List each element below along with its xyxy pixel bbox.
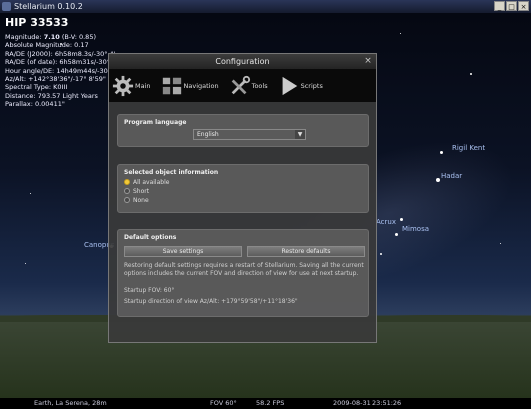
status-time[interactable]: 23:51:26: [372, 398, 401, 409]
tab-scripts-label: Scripts: [300, 81, 323, 90]
close-window-button[interactable]: ×: [518, 1, 529, 11]
tab-tools[interactable]: Tools: [229, 69, 268, 102]
star[interactable]: [470, 73, 472, 75]
tab-navigation-label: Navigation: [183, 81, 219, 90]
status-fps: 58.2 FPS: [256, 399, 285, 407]
startup-fov: Startup FOV: 60°: [124, 287, 175, 294]
star[interactable]: [25, 263, 26, 264]
configuration-dialog: Configuration × Main Navigation Tools Sc…: [108, 53, 377, 343]
maximize-button[interactable]: □: [506, 1, 517, 11]
radio-all-available[interactable]: All available: [124, 178, 368, 186]
default-options-buttons: Save settings Restore defaults: [124, 246, 365, 257]
magnitude-value: 7.10: [43, 33, 60, 41]
object-name: HIP 33533: [5, 16, 69, 29]
star[interactable]: [500, 243, 501, 244]
star[interactable]: [395, 233, 398, 236]
info-line-radec-j2000: RA/DE (J2000): 6h58m8.3s/-30° 4': [5, 49, 116, 58]
startup-direction: Startup direction of view Az/Alt: +179°5…: [124, 298, 298, 305]
info-line-azalt: Az/Alt: +142°38'36"/-17° 8'59": [5, 75, 106, 84]
star[interactable]: [400, 33, 401, 34]
language-select[interactable]: English ▼: [193, 129, 306, 140]
stellarium-app-icon: [2, 2, 11, 11]
status-location[interactable]: Earth, La Serena, 28m: [34, 398, 107, 409]
star-label-hadar: Hadar: [441, 172, 463, 180]
save-settings-button[interactable]: Save settings: [124, 246, 242, 257]
magnitude-bv: (B-V: 0.85): [61, 33, 96, 41]
object-information-title: Selected object information: [124, 169, 219, 176]
tab-tools-label: Tools: [251, 81, 268, 90]
info-line-distance: Distance: 793.57 Light Years: [5, 91, 98, 100]
radio-button[interactable]: [124, 197, 130, 203]
info-line-absolute-magnitude: Absolute Magnitude: 0.17: [5, 41, 89, 50]
dialog-close-icon[interactable]: ×: [363, 54, 373, 69]
radio-label: None: [133, 196, 149, 204]
tab-main[interactable]: Main: [112, 69, 151, 102]
gear-icon: [112, 75, 134, 96]
radio-label: Short: [133, 187, 150, 195]
info-line-spectral-type: Spectral Type: K0III: [5, 83, 68, 92]
star[interactable]: [440, 151, 443, 154]
window-title-bar: Stellarium 0.10.2 _ □ ×: [0, 0, 531, 13]
object-information-section: Selected object information All availabl…: [117, 164, 369, 213]
default-options-section: Default options Save settings Restore de…: [117, 229, 369, 317]
status-date[interactable]: 2009-08-31: [333, 398, 371, 409]
radio-short[interactable]: Short: [124, 187, 368, 195]
radio-button[interactable]: [124, 188, 130, 194]
status-bar: Earth, La Serena, 28m FOV 60° 58.2 FPS 2…: [0, 398, 531, 409]
default-options-title: Default options: [124, 234, 177, 241]
config-tab-bar: Main Navigation Tools Scripts: [109, 69, 376, 102]
star-label-mimosa: Mimosa: [402, 225, 430, 233]
window-title: Stellarium 0.10.2: [14, 2, 83, 11]
dialog-title-bar[interactable]: Configuration ×: [109, 54, 376, 69]
window-controls: _ □ ×: [494, 1, 529, 11]
star[interactable]: [30, 193, 31, 194]
tab-main-label: Main: [135, 81, 151, 90]
language-select-value: English: [197, 131, 219, 138]
restore-defaults-button[interactable]: Restore defaults: [247, 246, 365, 257]
star[interactable]: [400, 218, 403, 221]
play-icon: [282, 76, 297, 95]
star[interactable]: [380, 253, 382, 255]
tab-scripts[interactable]: Scripts: [278, 69, 323, 102]
status-fov: FOV 60°: [210, 399, 237, 407]
restart-note: Restoring default settings requires a re…: [124, 262, 364, 277]
object-info-panel: HIP 33533 Magnitude: 7.10 (B-V: 0.85) Ab…: [5, 16, 117, 109]
star-label-rigil: Rigil Kent: [452, 144, 486, 152]
chevron-down-icon[interactable]: ▼: [295, 130, 305, 139]
radio-label: All available: [133, 178, 170, 186]
minimize-button[interactable]: _: [494, 1, 505, 11]
tab-navigation[interactable]: Navigation: [161, 69, 219, 102]
info-line-radec-date: RA/DE (of date): 6h58m31s/-30°4': [5, 58, 116, 67]
magnitude-line: Magnitude: 7.10 (B-V: 0.85): [5, 33, 117, 41]
info-line-parallax: Parallax: 0.00411": [5, 100, 65, 109]
radio-none[interactable]: None: [124, 196, 368, 204]
program-language-section: Program language English ▼: [117, 114, 369, 147]
radio-button[interactable]: [124, 179, 130, 185]
star-label-acrux: Acrux: [376, 218, 396, 226]
info-line-hour-angle: Hour angle/DE: 14h49m44s/-30°4': [5, 66, 117, 75]
magnitude-label: Magnitude:: [5, 33, 42, 41]
dialog-title: Configuration: [215, 57, 270, 66]
program-language-title: Program language: [124, 119, 187, 126]
tools-icon: [231, 75, 250, 94]
navigation-icon: [162, 77, 181, 94]
star[interactable]: [436, 178, 440, 182]
